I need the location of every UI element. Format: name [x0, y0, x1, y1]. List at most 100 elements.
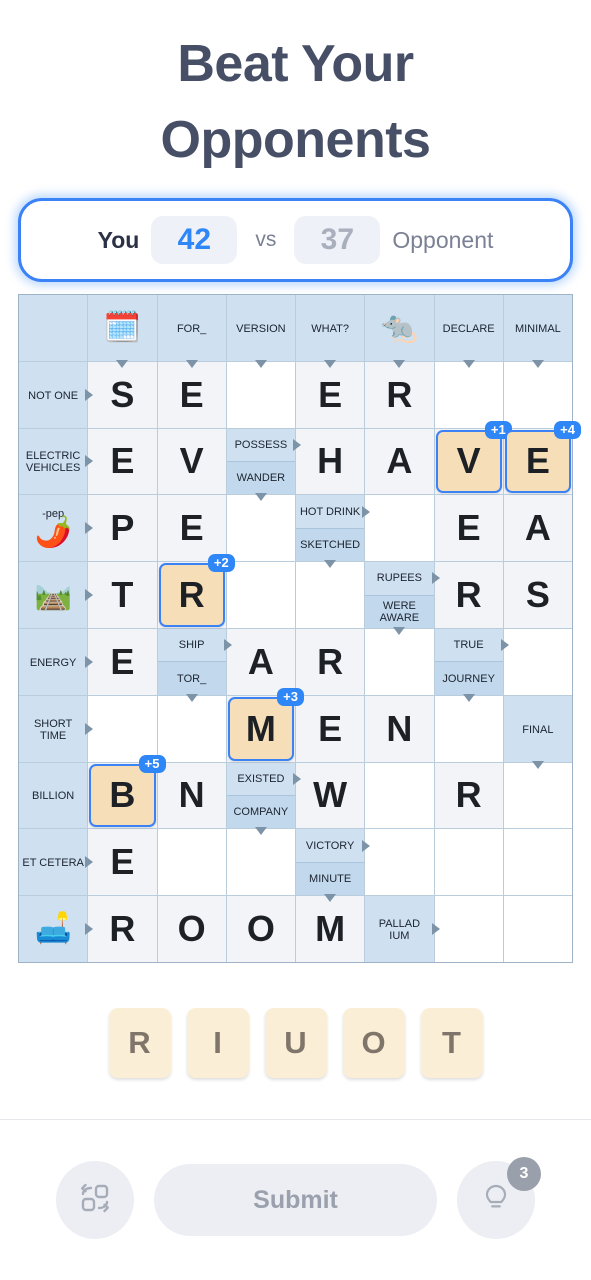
- hint-button[interactable]: 3: [457, 1157, 541, 1239]
- grid-cell-r4c4[interactable]: [296, 562, 365, 628]
- placed-tile[interactable]: B +5: [89, 754, 166, 828]
- rack-tile[interactable]: U: [264, 1008, 327, 1078]
- grid-cell-r1c5[interactable]: R: [365, 361, 434, 428]
- grid-cell-r8c4: VICTORY MINUTE: [296, 829, 371, 903]
- grid-cell-r6c6[interactable]: [434, 695, 503, 762]
- clue-content: 🛋️: [34, 914, 71, 944]
- grid-cell-r7c0: BILLION: [19, 762, 88, 829]
- grid-cell-r7c1[interactable]: B +5: [88, 754, 166, 829]
- page-title: Beat Your Opponents: [0, 26, 591, 178]
- grid-cell-r9c2[interactable]: O: [157, 896, 226, 962]
- grid-cell-r2c2[interactable]: V: [157, 428, 226, 495]
- grid-cell-r4c1[interactable]: T: [88, 562, 157, 628]
- grid-cell-r6c3[interactable]: M +3: [226, 687, 304, 762]
- rack-tile[interactable]: T: [420, 1008, 483, 1078]
- grid-cell-r7c4[interactable]: W: [296, 762, 365, 829]
- grid-cell-r6c2[interactable]: [157, 695, 226, 762]
- shuffle-button[interactable]: [56, 1161, 134, 1239]
- grid-cell-r9c1[interactable]: R: [88, 896, 157, 962]
- grid-cell-r7c5[interactable]: [365, 762, 434, 829]
- bottom-toolbar: Submit 3: [0, 1140, 591, 1260]
- grid-cell-r9c4[interactable]: M: [296, 896, 365, 962]
- grid-cell-r8c6[interactable]: [434, 829, 503, 896]
- grid-letter: A: [247, 640, 274, 682]
- grid-cell-r1c3[interactable]: [226, 361, 295, 428]
- rack-tile[interactable]: O: [342, 1008, 405, 1078]
- grid-cell-r7c6[interactable]: R: [434, 762, 503, 829]
- grid-cell-r1c6[interactable]: [434, 361, 503, 428]
- grid-cell-r2c6[interactable]: V +1: [434, 420, 512, 495]
- grid-cell-r6c4[interactable]: E: [296, 695, 365, 762]
- grid-cell-r8c2[interactable]: [157, 829, 226, 896]
- grid-letter: W: [313, 774, 348, 816]
- arrow-down-icon: [185, 359, 198, 368]
- grid-letter: E: [318, 373, 343, 415]
- grid-cell-r9c7[interactable]: [503, 896, 572, 962]
- grid-cell-r8c3[interactable]: [226, 829, 295, 896]
- crossword-grid[interactable]: 🗓️ FOR_ VERSION WHAT? 🐀 DECLARE MINIMAL NOT ONE…: [18, 294, 581, 963]
- placed-tile[interactable]: V +1: [435, 420, 512, 494]
- clue-content: 🐀: [380, 310, 419, 344]
- grid-cell-r4c2[interactable]: R +2: [157, 554, 235, 628]
- grid-letter: E: [179, 373, 204, 415]
- placed-tile[interactable]: M +3: [227, 687, 304, 761]
- grid-cell-r5c5[interactable]: [365, 629, 434, 695]
- grid-letter: E: [318, 707, 343, 749]
- grid-cell-r1c2[interactable]: E: [157, 361, 226, 428]
- grid-cell-r6c1[interactable]: [88, 695, 157, 762]
- grid-letter: V: [179, 440, 204, 482]
- score-badge: +3: [277, 687, 304, 706]
- clue-text: WANDER: [236, 472, 286, 485]
- grid-cell-r7c2[interactable]: N: [157, 762, 226, 829]
- grid-cell-r6c7: FINAL: [503, 695, 572, 769]
- grid-cell-r5c3[interactable]: A: [226, 629, 295, 695]
- grid-cell-r3c3[interactable]: [226, 495, 295, 562]
- grid-cell-r2c4[interactable]: H: [296, 428, 365, 495]
- grid-cell-r3c5[interactable]: [365, 495, 434, 562]
- grid-cell-r8c5[interactable]: [365, 829, 434, 896]
- grid-cell-r9c3[interactable]: O: [226, 896, 295, 962]
- grid-cell-r9c6[interactable]: [434, 896, 503, 962]
- scoreboard: You 42 vs 37 Opponent: [18, 198, 573, 282]
- clue-emoji-icon: 🐀: [380, 310, 419, 344]
- game-screen: Beat Your Opponents You 42 vs 37 Opponen…: [0, 0, 591, 1280]
- tile-letter: M: [245, 707, 276, 749]
- clue-across: RUPEES: [365, 562, 440, 596]
- rack-tile[interactable]: I: [186, 1008, 249, 1078]
- grid-cell-r1c1[interactable]: S: [88, 361, 157, 428]
- grid-cell-r5c1[interactable]: E: [88, 629, 157, 695]
- grid-cell-r4c3[interactable]: [226, 562, 295, 628]
- grid-letter: M: [315, 908, 346, 950]
- grid-cell-r3c6[interactable]: E: [434, 495, 503, 562]
- grid-cell-r4c7[interactable]: S: [503, 562, 572, 628]
- grid-cell-r4c6[interactable]: R: [434, 562, 503, 628]
- rack-tile[interactable]: R: [108, 1008, 171, 1078]
- submit-button[interactable]: Submit: [154, 1164, 437, 1236]
- clue-content: BILLION: [32, 790, 74, 802]
- grid-cell-r8c7[interactable]: [503, 829, 572, 896]
- grid-letter: P: [110, 507, 135, 549]
- grid-cell-r3c7[interactable]: A: [503, 495, 572, 562]
- grid-cell-r0c6: DECLARE: [434, 295, 503, 368]
- grid-cell-r0c5: 🐀: [365, 295, 434, 368]
- grid-cell-r5c7[interactable]: [503, 629, 572, 695]
- placed-tile[interactable]: E +4: [504, 420, 581, 494]
- grid-cell-r5c4[interactable]: R: [296, 629, 365, 695]
- arrow-right-icon: [362, 839, 371, 852]
- grid-cell-r2c7[interactable]: E +4: [503, 420, 581, 495]
- grid-cell-r3c2[interactable]: E: [157, 495, 226, 562]
- shuffle-icon: [76, 1179, 114, 1222]
- grid-cell-r2c1[interactable]: E: [88, 428, 157, 495]
- grid-cell-r7c7[interactable]: [503, 762, 572, 829]
- clue-text: MINIMAL: [514, 322, 561, 335]
- placed-tile[interactable]: R +2: [158, 554, 235, 627]
- clue-text: JOURNEY: [442, 672, 495, 685]
- grid-cell-r2c5[interactable]: A: [365, 428, 434, 495]
- grid-cell-r6c5[interactable]: N: [365, 695, 434, 762]
- grid-cell-r8c1[interactable]: E: [88, 829, 157, 896]
- grid-cell-r1c7[interactable]: [503, 361, 572, 428]
- grid-cell-r1c4[interactable]: E: [296, 361, 365, 428]
- letter-rack[interactable]: RIUOT: [0, 1005, 591, 1081]
- grid-cell-r2c0: ELECTRIC VEHICLES: [19, 428, 94, 495]
- grid-cell-r3c1[interactable]: P: [88, 495, 157, 562]
